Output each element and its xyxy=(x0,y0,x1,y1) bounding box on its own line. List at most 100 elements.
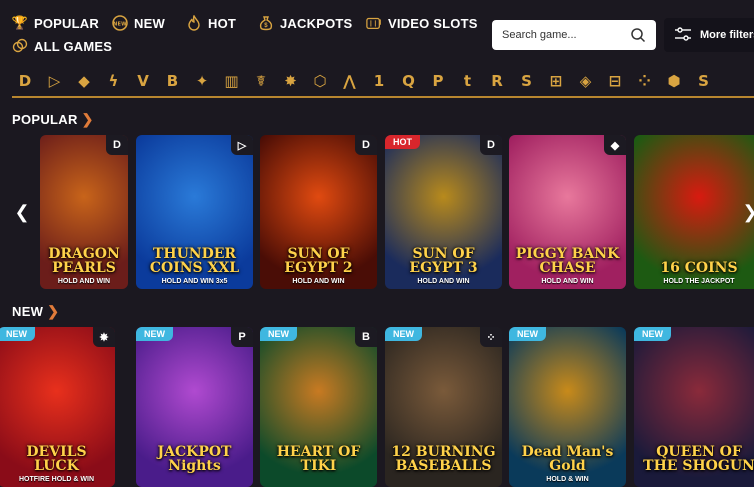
flame-icon xyxy=(186,15,202,31)
new-badge: NEW xyxy=(136,327,173,341)
game-subtitle: HOLD AND WIN 3x5 xyxy=(161,278,228,285)
game-card[interactable]: QUEEN OF THE SHOGUN NEW xyxy=(634,327,754,487)
more-filters-label: More filters xyxy=(700,29,754,41)
provider-logo[interactable]: B xyxy=(163,70,183,92)
provider-logo[interactable]: ☤ xyxy=(251,70,271,92)
popular-games-row: DRAGON PEARLS HOLD AND WIN D THUNDER COINS … xyxy=(0,135,754,289)
more-filters-button[interactable]: More filters xyxy=(664,18,754,52)
game-title: PIGGY BANK CHASE xyxy=(515,246,620,276)
nav-popular-label: POPULAR xyxy=(34,15,99,31)
provider-logo[interactable]: ▷ xyxy=(45,70,65,92)
provider-badge: D xyxy=(480,135,502,155)
game-card[interactable]: THUNDER COINS XXL HOLD AND WIN 3x5 ▷ xyxy=(136,135,253,289)
section-new-label: NEW xyxy=(12,304,44,319)
search-icon[interactable] xyxy=(630,27,646,43)
game-card[interactable]: SUN OF EGYPT 2 HOLD AND WIN D xyxy=(260,135,377,289)
game-subtitle: HOLD AND WIN xyxy=(292,278,345,285)
nav-jackpots[interactable]: $ JACKPOTS xyxy=(258,15,352,31)
provider-logo[interactable]: Q xyxy=(399,70,419,92)
provider-logo[interactable]: ✸ xyxy=(281,70,301,92)
game-title: SUN OF EGYPT 2 xyxy=(284,246,353,276)
provider-badge: ▷ xyxy=(231,135,253,155)
provider-logo[interactable]: S xyxy=(694,70,714,92)
game-card[interactable]: DRAGON PEARLS HOLD AND WIN D xyxy=(40,135,128,289)
provider-logo[interactable]: ◆ xyxy=(74,70,94,92)
provider-logo[interactable]: P xyxy=(428,70,448,92)
game-subtitle: HOLD AND WIN xyxy=(57,278,111,285)
game-title: JACKPOT Nights xyxy=(157,444,232,474)
game-subtitle: HOTFIRE HOLD & WIN xyxy=(18,476,95,483)
provider-badge: D xyxy=(355,135,377,155)
game-title: Dead Man's Gold xyxy=(521,444,614,474)
section-new-title[interactable]: NEW ❯ xyxy=(12,303,59,320)
section-popular-title[interactable]: POPULAR ❯ xyxy=(12,111,94,128)
provider-logo[interactable]: ⋀ xyxy=(340,70,360,92)
provider-logo[interactable]: R xyxy=(487,70,507,92)
provider-strip-underline xyxy=(12,96,754,98)
chevron-right-icon: ❯ xyxy=(47,303,60,319)
provider-badge: B xyxy=(355,327,377,347)
provider-logo[interactable]: 1 xyxy=(369,70,389,92)
game-subtitle: HOLD AND WIN xyxy=(541,278,594,285)
provider-logo[interactable]: ⊞ xyxy=(546,70,566,92)
nav-hot-label: HOT xyxy=(208,15,237,31)
provider-logo[interactable]: D xyxy=(15,70,35,92)
provider-strip: D ▷ ◆ ϟ V B ✦ ▥ ☤ ✸ ⬡ ⋀ 1 Q Pt R S ⊞ ◈ ⊟ ⁘ ⬢ S xyxy=(0,66,754,96)
svg-text:$: $ xyxy=(264,23,268,29)
new-badge: NEW xyxy=(385,327,422,341)
game-title: HEART OF TIKI xyxy=(276,444,361,474)
nav-video-slots-label: VIDEO SLOTS xyxy=(388,15,478,31)
new-badge: NEW xyxy=(509,327,546,341)
new-badge: NEW xyxy=(260,327,297,341)
chips-icon xyxy=(12,38,28,54)
game-title: QUEEN OF THE SHOGUN xyxy=(643,444,754,474)
game-card[interactable]: SUN OF EGYPT 3 HOLD AND WIN HOT D xyxy=(385,135,502,289)
provider-logo[interactable]: S xyxy=(517,70,537,92)
game-title: DEVILS LUCK xyxy=(26,444,87,474)
provider-logo[interactable]: ✦ xyxy=(192,70,212,92)
provider-logo[interactable]: t xyxy=(458,70,478,92)
provider-badge: ⁘ xyxy=(480,327,502,347)
provider-logo[interactable]: ⬢ xyxy=(664,70,684,92)
provider-logo[interactable]: V xyxy=(133,70,153,92)
nav-new[interactable]: NEW NEW xyxy=(112,15,165,31)
game-card[interactable]: DEVILS LUCK HOTFIRE HOLD & WIN NEW ✸ xyxy=(0,327,115,487)
game-subtitle: HOLD & WIN xyxy=(546,476,589,483)
game-card[interactable]: Dead Man's Gold HOLD & WIN NEW xyxy=(509,327,626,487)
game-subtitle: HOLD THE JACKPOT xyxy=(663,278,735,285)
search-input[interactable]: Search game... xyxy=(492,20,656,50)
game-title: 16 COINS xyxy=(660,260,738,276)
game-subtitle: HOLD AND WIN xyxy=(417,278,470,285)
provider-badge: D xyxy=(106,135,128,155)
game-title: THUNDER COINS XXL xyxy=(149,246,240,276)
provider-badge: ◆ xyxy=(604,135,626,155)
provider-logo[interactable]: ϟ xyxy=(104,70,124,92)
provider-logo[interactable]: ⊟ xyxy=(605,70,625,92)
game-card[interactable]: PIGGY BANK CHASE HOLD AND WIN ◆ xyxy=(509,135,626,289)
game-card[interactable]: 16 COINS HOLD THE JACKPOT xyxy=(634,135,754,289)
game-card[interactable]: HEART OF TIKI NEW B xyxy=(260,327,377,487)
provider-badge: P xyxy=(231,327,253,347)
chevron-right-icon: ❯ xyxy=(81,111,94,127)
nav-all-games[interactable]: ALL GAMES xyxy=(12,38,112,54)
game-title: SUN OF EGYPT 3 xyxy=(409,246,478,276)
nav-jackpots-label: JACKPOTS xyxy=(280,15,353,31)
money-bag-icon: $ xyxy=(258,15,274,31)
nav-popular[interactable]: 🏆 POPULAR xyxy=(12,15,99,31)
provider-logo[interactable]: ◈ xyxy=(576,70,596,92)
nav-video-slots[interactable]: VIDEO SLOTS xyxy=(366,15,478,31)
svg-text:NEW: NEW xyxy=(113,22,127,28)
provider-logo[interactable]: ⬡ xyxy=(310,70,330,92)
new-badge-icon: NEW xyxy=(112,15,128,31)
provider-logo[interactable]: ▥ xyxy=(222,70,242,92)
top-navigation: 🏆 POPULAR NEW NEW HOT $ JACKPOTS VIDEO S… xyxy=(0,0,754,62)
provider-logo[interactable]: ⁘ xyxy=(635,70,655,92)
trophy-icon: 🏆 xyxy=(11,15,29,30)
nav-hot[interactable]: HOT xyxy=(186,15,236,31)
new-games-row: DEVILS LUCK HOTFIRE HOLD & WIN NEW ✸ JACKPOT… xyxy=(0,327,754,487)
game-title: DRAGON PEARLS xyxy=(48,246,120,276)
game-card[interactable]: JACKPOT Nights NEW P xyxy=(136,327,253,487)
game-card[interactable]: 12 BURNING BASEBALLS NEW ⁘ xyxy=(385,327,502,487)
carousel-prev-arrow[interactable]: ❮ xyxy=(12,197,32,227)
carousel-next-arrow[interactable]: ❯ xyxy=(740,197,754,227)
